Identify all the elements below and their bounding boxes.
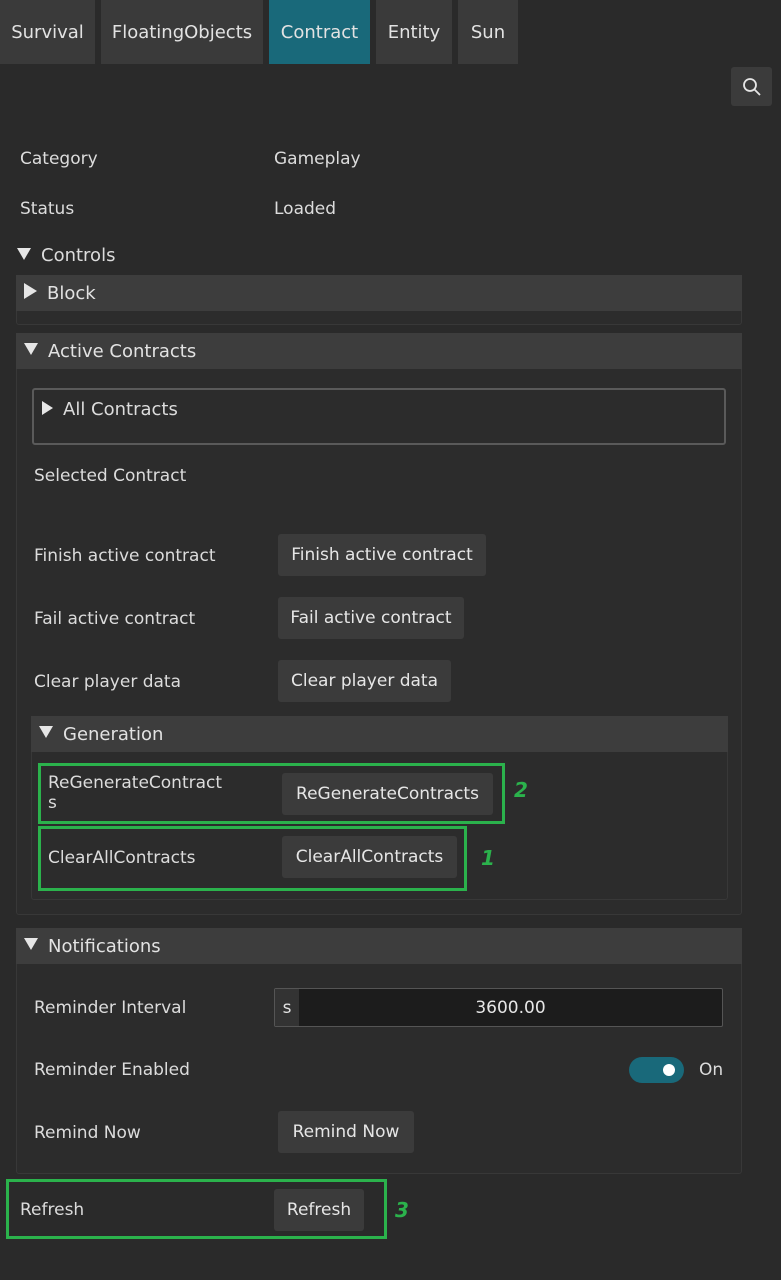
active-contracts-title: Active Contracts [48,340,197,362]
block-header[interactable]: Block [16,275,742,311]
category-label: Category [20,149,98,169]
finish-contract-label: Finish active contract [34,546,216,566]
fail-contract-button[interactable]: Fail active contract [278,597,464,639]
finish-contract-button[interactable]: Finish active contract [278,534,486,576]
reminder-enabled-toggle[interactable] [629,1057,684,1083]
fail-contract-label: Fail active contract [34,609,196,629]
interval-value[interactable]: 3600.00 [299,989,722,1026]
category-value: Gameplay [274,149,361,169]
notifications-header[interactable]: Notifications [16,928,742,964]
notifications-title: Notifications [48,935,161,957]
status-value: Loaded [274,199,337,219]
tab-survival[interactable]: Survival [0,0,95,64]
triangle-right-icon [42,401,53,415]
tab-contract[interactable]: Contract [269,0,370,64]
remind-now-label: Remind Now [34,1123,141,1143]
tab-sun[interactable]: Sun [458,0,518,64]
triangle-down-icon [17,248,31,260]
clear-player-data-button[interactable]: Clear player data [278,660,451,702]
triangle-down-icon [24,343,38,355]
all-contracts-header[interactable]: All Contracts [42,400,178,420]
annotation-number-1: 1 [481,846,495,870]
controls-header[interactable]: Controls [17,246,115,266]
status-label: Status [20,199,75,219]
remind-now-button[interactable]: Remind Now [278,1111,414,1153]
tab-entity[interactable]: Entity [376,0,452,64]
triangle-down-icon [24,938,38,950]
highlight-box-2 [38,763,505,824]
highlight-box-3 [6,1179,387,1239]
search-button[interactable] [731,67,772,106]
search-icon [742,77,761,96]
block-title: Block [47,282,96,304]
interval-unit: s [275,989,299,1026]
reminder-enabled-label: Reminder Enabled [34,1060,190,1080]
generation-title: Generation [63,723,164,745]
toggle-knob [663,1064,675,1076]
all-contracts-title: All Contracts [63,399,178,420]
highlight-box-1 [38,826,467,891]
clear-player-data-label: Clear player data [34,672,181,692]
annotation-number-2: 2 [514,778,528,802]
generation-header[interactable]: Generation [31,716,728,752]
triangle-right-icon [24,283,37,299]
annotation-number-3: 3 [395,1198,409,1222]
selected-contract-label: Selected Contract [34,466,187,486]
active-contracts-header[interactable]: Active Contracts [16,333,742,369]
triangle-down-icon [39,726,53,738]
tab-floatingobjects[interactable]: FloatingObjects [101,0,263,64]
reminder-enabled-state: On [699,1060,724,1080]
reminder-interval-label: Reminder Interval [34,998,187,1018]
reminder-interval-field[interactable]: s 3600.00 [274,988,723,1027]
controls-title: Controls [41,245,116,266]
